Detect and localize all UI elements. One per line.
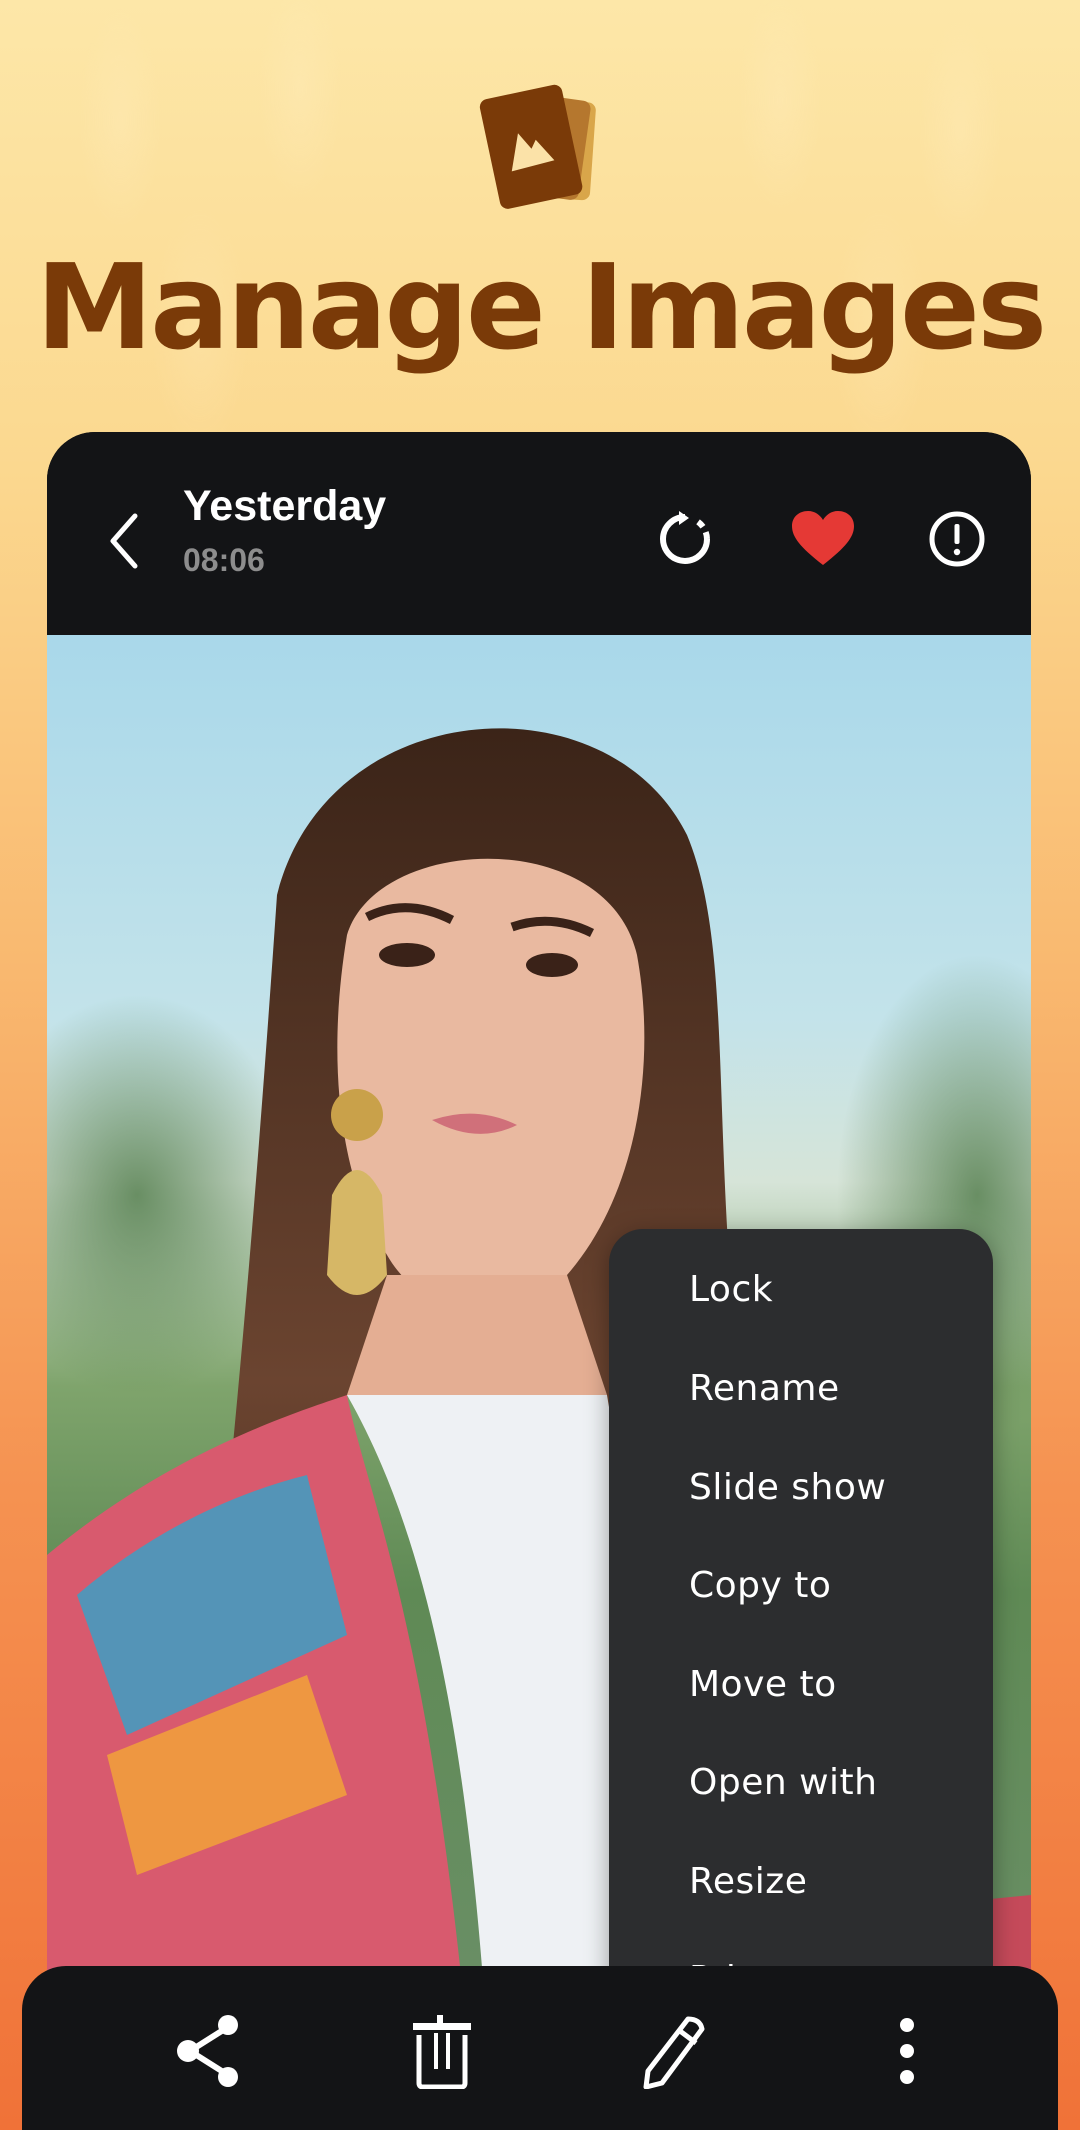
- menu-item-open-with[interactable]: Open with: [689, 1762, 877, 1803]
- info-button[interactable]: [922, 504, 992, 574]
- info-icon: [929, 511, 985, 567]
- share-button[interactable]: [164, 2006, 254, 2096]
- menu-item-lock[interactable]: Lock: [689, 1269, 773, 1310]
- menu-item-rename[interactable]: Rename: [689, 1368, 840, 1409]
- viewer-header: Yesterday 08:06: [47, 432, 1031, 635]
- delete-button[interactable]: [397, 2006, 487, 2096]
- rotate-icon: [660, 511, 710, 564]
- photo-viewer: Yesterday 08:06 Lock Rename Slide show C…: [47, 432, 1031, 2002]
- more-icon: [900, 2018, 914, 2084]
- more-button[interactable]: [862, 2006, 952, 2096]
- back-icon: [110, 513, 138, 569]
- rotate-button[interactable]: [650, 504, 720, 574]
- back-button[interactable]: [99, 504, 159, 574]
- headline: Manage Images: [35, 238, 1047, 376]
- edit-icon: [643, 2016, 705, 2089]
- edit-button[interactable]: [630, 2006, 720, 2096]
- heart-icon: [792, 511, 854, 565]
- photo-time: 08:06: [183, 542, 265, 578]
- menu-item-move-to[interactable]: Move to: [689, 1664, 837, 1705]
- gallery-icon: [479, 84, 596, 209]
- bottom-action-bar: [22, 1966, 1058, 2130]
- context-menu: Lock Rename Slide show Copy to Move to O…: [609, 1229, 993, 2002]
- menu-item-copy-to[interactable]: Copy to: [689, 1565, 831, 1606]
- menu-item-resize[interactable]: Resize: [689, 1861, 807, 1902]
- menu-item-slide-show[interactable]: Slide show: [689, 1467, 886, 1508]
- share-icon: [177, 2015, 238, 2087]
- favorite-button[interactable]: [788, 504, 858, 574]
- delete-icon: [413, 2015, 471, 2089]
- photo[interactable]: Lock Rename Slide show Copy to Move to O…: [47, 635, 1031, 2002]
- photo-date: Yesterday: [183, 482, 387, 530]
